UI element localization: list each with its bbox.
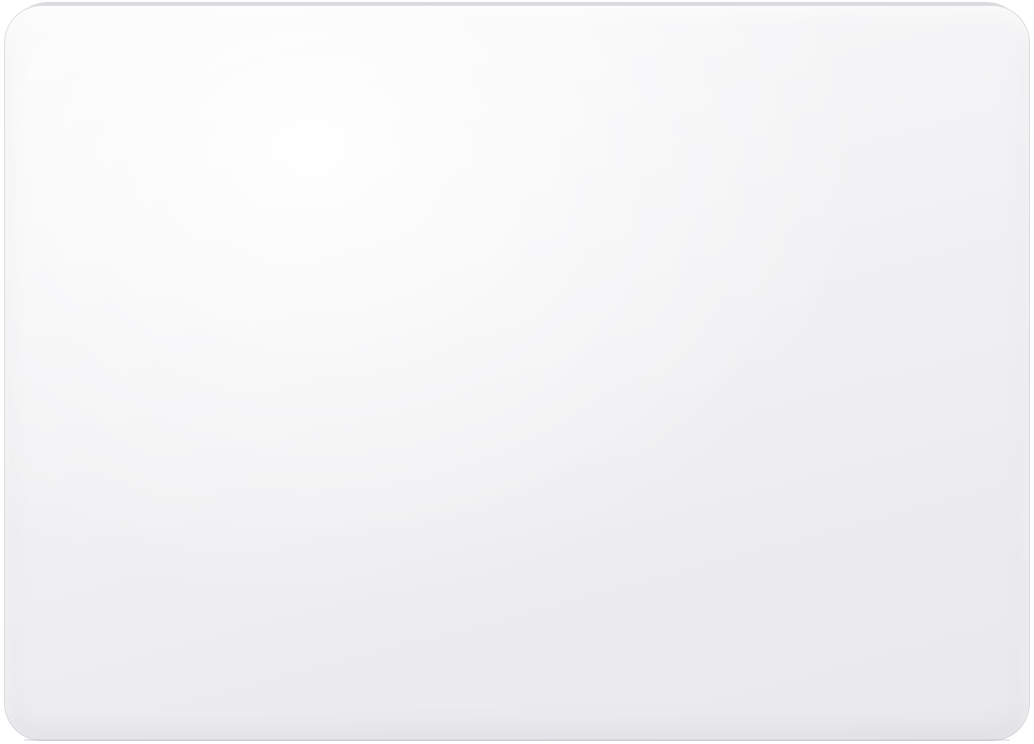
- trackpad-bottom-lip: [24, 739, 1010, 741]
- trackpad-surface: [4, 5, 1030, 741]
- product-image: [0, 0, 1034, 744]
